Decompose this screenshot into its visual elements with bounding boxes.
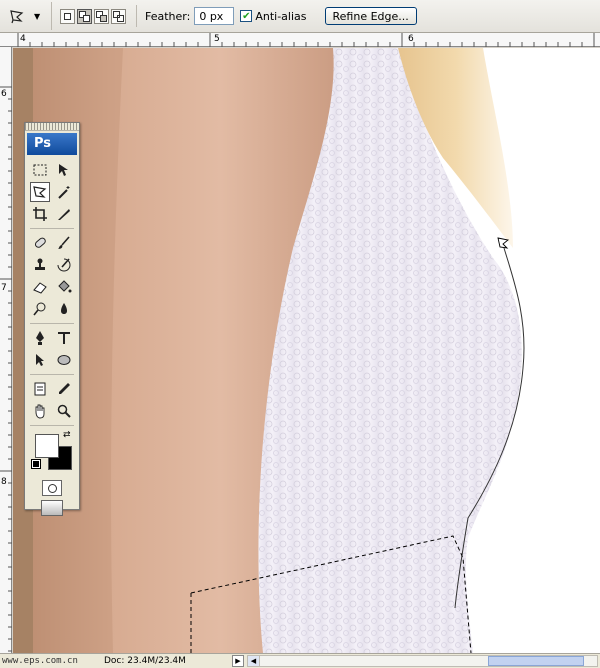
subtract-from-selection-button[interactable] — [94, 8, 109, 24]
ruler-label: 7 — [1, 283, 7, 293]
ruler-ticks — [17, 33, 595, 47]
document-canvas[interactable] — [13, 48, 600, 653]
brush-icon[interactable] — [54, 233, 74, 253]
swap-colors-icon[interactable]: ⇄ — [63, 430, 71, 440]
magic-wand-icon[interactable] — [54, 182, 74, 202]
ruler-label: 6 — [1, 89, 7, 99]
zoom-icon[interactable] — [54, 401, 74, 421]
ruler-label: 6 — [408, 34, 414, 44]
ruler-ticks — [0, 86, 12, 652]
separator — [30, 374, 74, 375]
pen-icon[interactable] — [30, 328, 50, 348]
blur-icon[interactable] — [54, 299, 74, 319]
ruler-label: 4 — [20, 34, 26, 44]
rect-marquee-icon[interactable] — [30, 160, 50, 180]
color-swatches: ⇄ — [30, 430, 74, 476]
options-bar: ▼ Feather: ✔ Anti-alias Refine Edge... — [0, 0, 600, 33]
tool-preset-picker[interactable]: ▼ — [0, 2, 52, 30]
tools-palette[interactable]: Ps ⇄ — [24, 122, 80, 516]
eraser-icon[interactable] — [30, 277, 50, 297]
feather-label: Feather: — [145, 9, 191, 23]
photo-image — [13, 48, 525, 653]
chevron-left-icon[interactable]: ◀ — [248, 656, 260, 666]
type-icon[interactable] — [54, 328, 74, 348]
anti-alias-checkbox[interactable]: ✔ — [240, 10, 253, 22]
anti-alias-label: Anti-alias — [255, 9, 307, 23]
new-selection-button[interactable] — [60, 8, 75, 24]
polygonal-lasso-icon — [10, 10, 24, 24]
photoshop-window: ▼ Feather: ✔ Anti-alias Refine Edge... 4… — [0, 0, 600, 668]
status-bar: www.eps.com.cn Doc: 23.4M/23.4M ▶ ◀ — [0, 653, 600, 668]
move-icon[interactable] — [54, 160, 74, 180]
default-colors-icon[interactable] — [31, 459, 41, 469]
history-brush-icon[interactable] — [54, 255, 74, 275]
separator — [30, 323, 74, 324]
crop-icon[interactable] — [30, 204, 50, 224]
separator — [30, 425, 74, 426]
chevron-right-icon[interactable]: ▶ — [232, 655, 244, 667]
lasso-cursor-icon — [497, 237, 510, 249]
foreground-color-swatch[interactable] — [35, 434, 59, 458]
horizontal-scrollbar[interactable]: ◀ — [247, 655, 598, 667]
ellipse-icon[interactable] — [54, 350, 74, 370]
separator — [30, 228, 74, 229]
paint-bucket-icon[interactable] — [54, 277, 74, 297]
hand-icon[interactable] — [30, 401, 50, 421]
watermark-text: www.eps.com.cn — [2, 656, 78, 666]
photoshop-logo[interactable]: Ps — [27, 133, 77, 155]
intersect-selection-button[interactable] — [111, 8, 126, 24]
add-to-selection-button[interactable] — [77, 8, 92, 24]
refine-edge-button[interactable]: Refine Edge... — [324, 7, 417, 25]
path-select-icon[interactable] — [30, 350, 50, 370]
polygonal-lasso-icon[interactable] — [30, 182, 50, 202]
slice-icon[interactable] — [54, 204, 74, 224]
horizontal-ruler[interactable]: 4 5 6 — [0, 33, 600, 47]
clone-stamp-icon[interactable] — [30, 255, 50, 275]
ruler-label: 5 — [214, 34, 220, 44]
eyedropper-icon[interactable] — [54, 379, 74, 399]
vertical-ruler[interactable]: 6 7 8 — [0, 47, 12, 653]
scrollbar-thumb[interactable] — [488, 656, 584, 666]
selection-mode-group — [60, 8, 126, 24]
ruler-label: 8 — [1, 477, 7, 487]
chevron-down-icon: ▼ — [34, 11, 41, 21]
separator — [136, 5, 137, 27]
quick-mask-button[interactable] — [42, 480, 62, 496]
feather-input[interactable] — [194, 7, 235, 25]
dodge-icon[interactable] — [30, 299, 50, 319]
notes-icon[interactable] — [30, 379, 50, 399]
doc-size-info: Doc: 23.4M/23.4M — [104, 656, 186, 666]
healing-brush-icon[interactable] — [30, 233, 50, 253]
screen-mode-button[interactable] — [41, 500, 63, 516]
palette-grip[interactable] — [25, 123, 79, 131]
